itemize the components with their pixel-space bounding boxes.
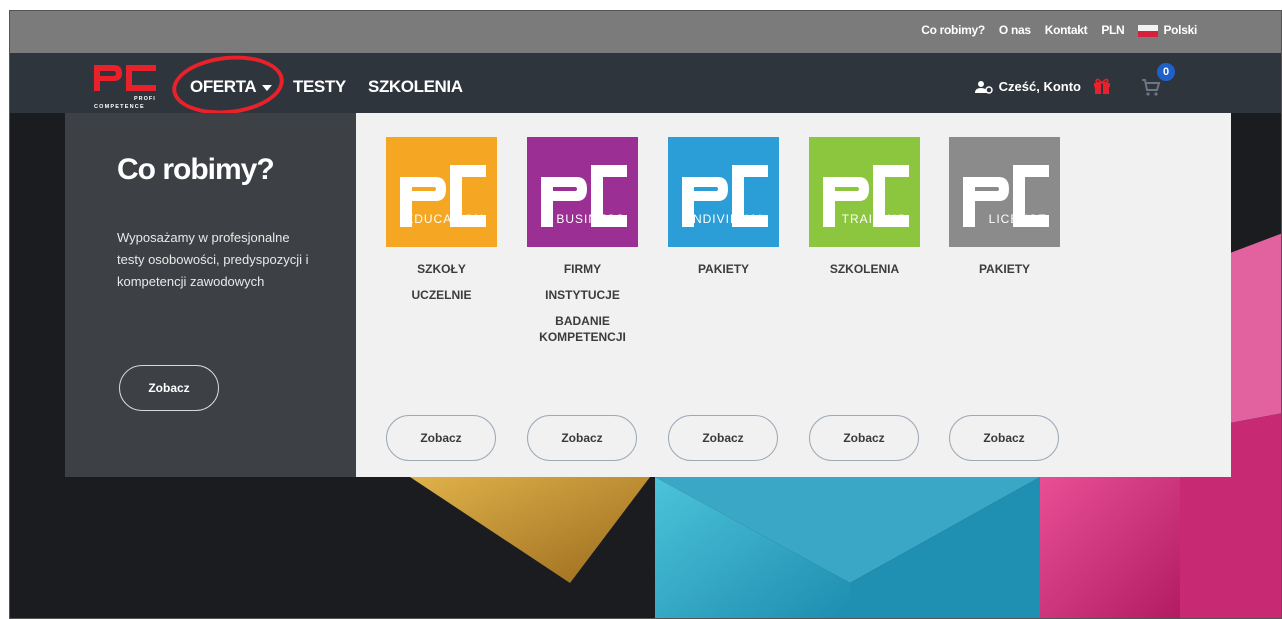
account-label: Cześć, Konto	[998, 79, 1081, 94]
category-link[interactable]: PAKIETY	[949, 261, 1060, 277]
link-o-nas[interactable]: O nas	[999, 23, 1031, 37]
education-logo-tile[interactable]: EDUCATION	[386, 137, 497, 247]
card-category-list: SZKOŁY UCZELNIE	[386, 261, 497, 303]
main-navbar: PROFI COMPETENCE OFERTA TESTY SZKOLENIA …	[10, 50, 1281, 120]
offer-card-license: LICENSE PAKIETY	[949, 137, 1060, 287]
intro-zobacz-button[interactable]: Zobacz	[119, 365, 219, 411]
category-link[interactable]: PAKIETY	[668, 261, 779, 277]
offer-card-education: EDUCATION SZKOŁY UCZELNIE	[386, 137, 497, 313]
category-link[interactable]: BADANIE KOMPETENCJI	[527, 313, 638, 345]
browser-viewport: Co robimy? O nas Kontakt PLN Polski PROF…	[9, 10, 1282, 619]
category-link[interactable]: SZKOLENIA	[809, 261, 920, 277]
category-link[interactable]: FIRMY	[527, 261, 638, 277]
dropdown-title: Co robimy?	[117, 153, 275, 186]
gift-icon[interactable]	[1093, 77, 1111, 95]
category-link[interactable]: SZKOŁY	[386, 261, 497, 277]
license-logo-tile[interactable]: LICENSE	[949, 137, 1060, 247]
education-zobacz-button[interactable]: Zobacz	[386, 415, 496, 461]
link-kontakt[interactable]: Kontakt	[1045, 23, 1088, 37]
profi-competence-logo[interactable]: PROFI COMPETENCE	[90, 63, 160, 115]
link-co-robimy[interactable]: Co robimy?	[921, 23, 985, 37]
tile-label: EDUCATION	[405, 212, 484, 226]
top-links: Co robimy? O nas Kontakt PLN Polski	[921, 23, 1197, 37]
card-category-list: PAKIETY	[668, 261, 779, 277]
business-zobacz-button[interactable]: Zobacz	[527, 415, 637, 461]
training-zobacz-button[interactable]: Zobacz	[809, 415, 919, 461]
business-logo-tile[interactable]: BUSINESS	[527, 137, 638, 247]
language-label: Polski	[1163, 23, 1197, 37]
poland-flag-icon	[1138, 24, 1159, 37]
nav-oferta-label: OFERTA	[190, 77, 257, 96]
currency-selector[interactable]: PLN	[1101, 23, 1124, 37]
nav-szkolenia[interactable]: SZKOLENIA	[368, 77, 463, 97]
category-link[interactable]: INSTYTUCJE	[527, 287, 638, 303]
nav-oferta[interactable]: OFERTA	[190, 77, 273, 97]
oferta-dropdown-menu: Co robimy? Wyposażamy w profesjonalne te…	[65, 113, 1231, 477]
tile-label: INDIVIDUAL	[689, 212, 766, 226]
logo-profi-text: PROFI	[134, 96, 156, 102]
account-menu[interactable]: Cześć, Konto	[974, 79, 1081, 94]
offer-cards-panel: EDUCATION SZKOŁY UCZELNIE Zobacz BUSINESS FIR…	[356, 113, 1231, 477]
caret-down-icon	[262, 84, 273, 91]
offer-card-business: BUSINESS FIRMY INSTYTUCJE BADANIE KOMPETENC…	[527, 137, 638, 355]
license-zobacz-button[interactable]: Zobacz	[949, 415, 1059, 461]
card-category-list: PAKIETY	[949, 261, 1060, 277]
training-logo-tile[interactable]: TRAINING	[809, 137, 920, 247]
card-category-list: SZKOLENIA	[809, 261, 920, 277]
logo-competence-text: COMPETENCE	[94, 104, 145, 110]
dropdown-description: Wyposażamy w profesjonalne testy osobowo…	[117, 230, 309, 289]
nav-testy[interactable]: TESTY	[293, 77, 346, 97]
top-utility-bar: Co robimy? O nas Kontakt PLN Polski	[10, 11, 1281, 53]
tile-label: LICENSE	[989, 212, 1047, 226]
offer-card-individual: INDIVIDUAL PAKIETY	[668, 137, 779, 287]
individual-zobacz-button[interactable]: Zobacz	[668, 415, 778, 461]
individual-logo-tile[interactable]: INDIVIDUAL	[668, 137, 779, 247]
cart-count-badge: 0	[1157, 63, 1175, 81]
user-settings-icon	[974, 80, 993, 94]
language-selector[interactable]: Polski	[1138, 23, 1197, 37]
tile-label: TRAINING	[842, 212, 907, 226]
offer-card-training: TRAINING SZKOLENIA	[809, 137, 920, 287]
category-link[interactable]: UCZELNIE	[386, 287, 497, 303]
cart-icon[interactable]	[1141, 77, 1161, 97]
dropdown-intro-panel: Co robimy? Wyposażamy w profesjonalne te…	[65, 113, 356, 477]
card-category-list: FIRMY INSTYTUCJE BADANIE KOMPETENCJI	[527, 261, 638, 345]
tile-label: BUSINESS	[556, 212, 625, 226]
